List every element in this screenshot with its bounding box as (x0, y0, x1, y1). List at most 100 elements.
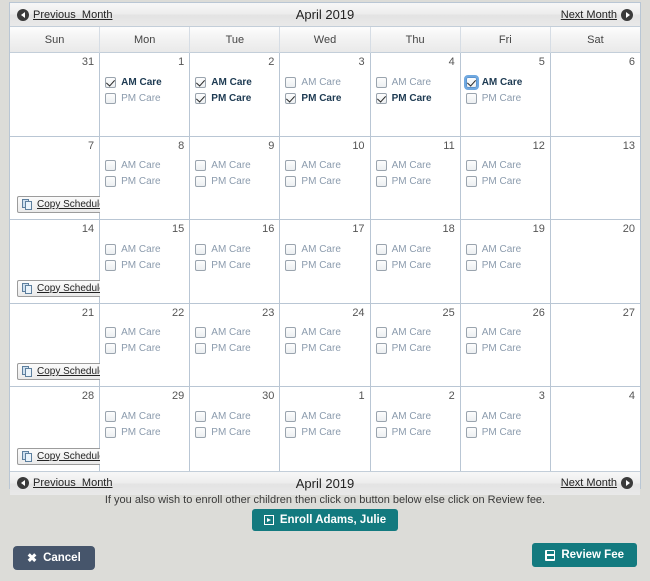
pm-care-checkbox[interactable] (195, 92, 207, 104)
pm-care-checkbox[interactable] (195, 426, 207, 438)
am-care-checkbox[interactable] (285, 160, 297, 171)
pm-care-option[interactable]: PM Care (375, 257, 455, 273)
am-care-checkbox[interactable] (375, 76, 387, 88)
pm-care-checkbox[interactable] (465, 92, 477, 104)
copy-schedule-button[interactable]: Copy Schedule (17, 447, 112, 465)
am-care-checkbox[interactable] (195, 243, 207, 255)
pm-care-checkbox[interactable] (105, 176, 117, 187)
am-care-option[interactable]: AM Care (375, 325, 455, 341)
am-care-option[interactable]: AM Care (465, 408, 545, 424)
pm-care-option[interactable]: PM Care (375, 424, 455, 440)
am-care-checkbox[interactable] (105, 243, 117, 255)
am-care-checkbox[interactable] (105, 160, 117, 171)
am-care-option[interactable]: AM Care (465, 325, 545, 341)
am-care-checkbox[interactable] (195, 410, 207, 422)
pm-care-checkbox[interactable] (375, 259, 387, 271)
pm-care-checkbox[interactable] (105, 426, 117, 438)
am-care-checkbox[interactable] (285, 243, 297, 255)
enroll-another-child-button[interactable]: Enroll Adams, Julie (251, 509, 399, 531)
pm-care-checkbox[interactable] (105, 92, 117, 104)
pm-care-option[interactable]: PM Care (465, 257, 545, 273)
am-care-option[interactable]: AM Care (105, 325, 184, 341)
pm-care-checkbox[interactable] (195, 176, 207, 187)
cancel-button[interactable]: ✖ Cancel (13, 546, 95, 570)
pm-care-checkbox[interactable] (375, 176, 387, 187)
am-care-option[interactable]: AM Care (195, 74, 274, 90)
am-care-option[interactable]: AM Care (375, 158, 455, 174)
pm-care-option[interactable]: PM Care (105, 90, 184, 106)
pm-care-option[interactable]: PM Care (105, 341, 184, 357)
review-fee-button[interactable]: Review Fee (532, 543, 637, 567)
am-care-checkbox[interactable] (375, 160, 387, 171)
am-care-option[interactable]: AM Care (105, 408, 184, 424)
pm-care-option[interactable]: PM Care (285, 341, 364, 357)
pm-care-option[interactable]: PM Care (105, 257, 184, 273)
pm-care-option[interactable]: PM Care (195, 257, 274, 273)
am-care-option[interactable]: AM Care (285, 158, 364, 174)
pm-care-option[interactable]: PM Care (285, 174, 364, 190)
am-care-checkbox[interactable] (465, 243, 477, 255)
copy-schedule-button[interactable]: Copy Schedule (17, 363, 112, 380)
pm-care-option[interactable]: PM Care (105, 174, 184, 190)
am-care-checkbox[interactable] (375, 243, 387, 255)
am-care-option[interactable]: AM Care (285, 241, 364, 257)
pm-care-option[interactable]: PM Care (375, 90, 455, 106)
am-care-option[interactable]: AM Care (285, 325, 364, 341)
pm-care-checkbox[interactable] (465, 343, 477, 354)
am-care-option[interactable]: AM Care (195, 241, 274, 257)
pm-care-checkbox[interactable] (285, 92, 297, 104)
pm-care-checkbox[interactable] (375, 426, 387, 438)
copy-schedule-button[interactable]: Copy Schedule (17, 196, 112, 213)
pm-care-option[interactable]: PM Care (285, 90, 364, 106)
copy-schedule-button[interactable]: Copy Schedule (17, 279, 112, 297)
next-month-link-bottom[interactable]: Next Month (561, 477, 633, 489)
previous-month-link-bottom[interactable]: Previous Month (17, 477, 112, 489)
pm-care-checkbox[interactable] (285, 176, 297, 187)
pm-care-checkbox[interactable] (105, 259, 117, 271)
am-care-checkbox[interactable] (105, 327, 117, 338)
am-care-option[interactable]: AM Care (375, 408, 455, 424)
pm-care-option[interactable]: PM Care (105, 424, 184, 440)
pm-care-option[interactable]: PM Care (465, 90, 545, 106)
am-care-option[interactable]: AM Care (195, 325, 274, 341)
pm-care-option[interactable]: PM Care (465, 341, 545, 357)
am-care-checkbox[interactable] (465, 410, 477, 422)
am-care-option[interactable]: AM Care (375, 241, 455, 257)
am-care-option[interactable]: AM Care (105, 74, 184, 90)
pm-care-checkbox[interactable] (285, 259, 297, 271)
pm-care-option[interactable]: PM Care (195, 90, 274, 106)
pm-care-option[interactable]: PM Care (195, 174, 274, 190)
am-care-checkbox[interactable] (465, 327, 477, 338)
am-care-checkbox[interactable] (195, 76, 207, 88)
pm-care-checkbox[interactable] (285, 426, 297, 438)
pm-care-checkbox[interactable] (195, 259, 207, 271)
am-care-option[interactable]: AM Care (465, 241, 545, 257)
am-care-option[interactable]: AM Care (285, 74, 364, 90)
am-care-checkbox[interactable] (285, 76, 297, 88)
am-care-checkbox[interactable] (285, 327, 297, 338)
pm-care-checkbox[interactable] (375, 343, 387, 354)
pm-care-checkbox[interactable] (465, 176, 477, 187)
pm-care-checkbox[interactable] (465, 259, 477, 271)
am-care-checkbox[interactable] (375, 327, 387, 338)
pm-care-option[interactable]: PM Care (285, 257, 364, 273)
pm-care-checkbox[interactable] (375, 92, 387, 104)
pm-care-option[interactable]: PM Care (195, 424, 274, 440)
am-care-checkbox[interactable] (105, 410, 117, 422)
pm-care-option[interactable]: PM Care (195, 341, 274, 357)
am-care-checkbox[interactable] (195, 327, 207, 338)
am-care-option[interactable]: AM Care (465, 158, 545, 174)
am-care-option[interactable]: AM Care (105, 158, 184, 174)
am-care-option[interactable]: AM Care (105, 241, 184, 257)
am-care-checkbox[interactable] (465, 160, 477, 171)
am-care-option[interactable]: AM Care (195, 408, 274, 424)
pm-care-option[interactable]: PM Care (465, 174, 545, 190)
am-care-option[interactable]: AM Care (463, 74, 545, 90)
pm-care-checkbox[interactable] (465, 426, 477, 438)
am-care-checkbox[interactable] (375, 410, 387, 422)
am-care-checkbox[interactable] (463, 74, 479, 90)
am-care-option[interactable]: AM Care (195, 158, 274, 174)
am-care-checkbox[interactable] (195, 160, 207, 171)
pm-care-option[interactable]: PM Care (465, 424, 545, 440)
pm-care-option[interactable]: PM Care (375, 341, 455, 357)
